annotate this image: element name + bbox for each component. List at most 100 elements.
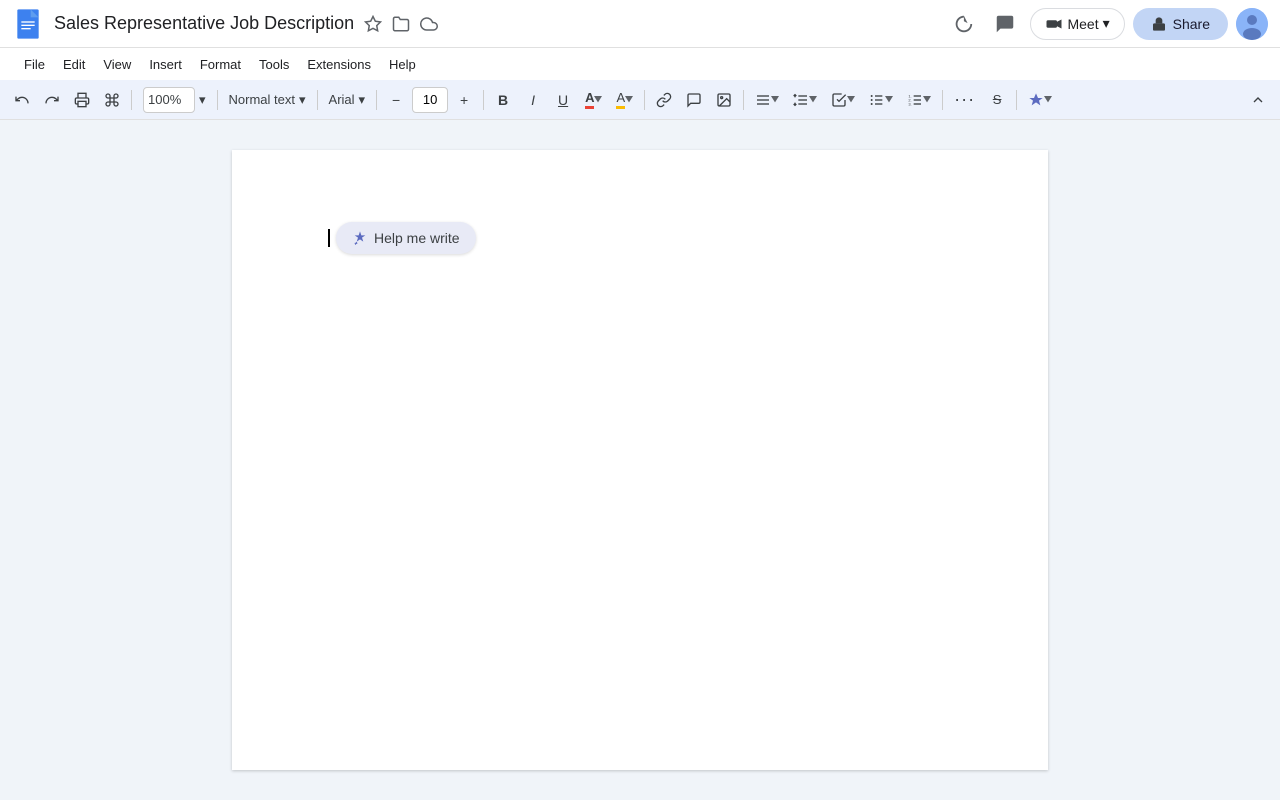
divider-6 bbox=[644, 90, 645, 110]
toolbar: 100% ▾ Normal text ▾ Arial ▾ − 10 + B I … bbox=[0, 80, 1280, 120]
font-size-increase-button[interactable]: + bbox=[450, 85, 478, 115]
numbered-list-button[interactable]: 1. 2. 3. bbox=[901, 85, 937, 115]
font-size-decrease-button[interactable]: − bbox=[382, 85, 410, 115]
highlight-color-icon: A bbox=[616, 90, 625, 109]
menu-bar: File Edit View Insert Format Tools Exten… bbox=[0, 48, 1280, 80]
link-icon bbox=[656, 92, 672, 108]
align-dropdown-icon bbox=[771, 96, 779, 104]
svg-text:3.: 3. bbox=[908, 101, 911, 106]
divider-2 bbox=[217, 90, 218, 110]
smart-compose-dropdown-icon bbox=[1044, 96, 1052, 104]
font-size-plus-icon: + bbox=[460, 92, 468, 108]
folder-button[interactable] bbox=[390, 13, 412, 35]
line-spacing-icon bbox=[793, 92, 809, 108]
font-value: Arial bbox=[329, 92, 355, 107]
text-style-dropdown-icon: ▾ bbox=[299, 92, 306, 108]
bullet-list-button[interactable] bbox=[863, 85, 899, 115]
version-history-button[interactable] bbox=[946, 7, 980, 41]
help-me-write-button[interactable]: Help me write bbox=[336, 222, 476, 254]
comment-icon bbox=[686, 92, 702, 108]
font-size-minus-icon: − bbox=[392, 92, 400, 108]
image-icon bbox=[716, 92, 732, 108]
font-selector[interactable]: Arial ▾ bbox=[323, 85, 372, 115]
checklist-icon bbox=[831, 92, 847, 108]
text-color-icon: A bbox=[585, 90, 594, 109]
italic-button[interactable]: I bbox=[519, 85, 547, 115]
help-me-write-label: Help me write bbox=[374, 230, 460, 246]
numbered-list-icon: 1. 2. 3. bbox=[907, 92, 923, 108]
font-size-box[interactable]: 10 bbox=[412, 87, 448, 113]
strikethrough-icon: S bbox=[993, 92, 1002, 107]
divider-8 bbox=[942, 90, 943, 110]
menu-insert[interactable]: Insert bbox=[141, 53, 190, 76]
highlight-color-button[interactable]: A bbox=[610, 85, 639, 115]
document-page[interactable]: Help me write bbox=[232, 150, 1048, 770]
insert-link-button[interactable] bbox=[650, 85, 678, 115]
meet-label: Meet bbox=[1067, 16, 1098, 32]
menu-file[interactable]: File bbox=[16, 53, 53, 76]
font-size-value: 10 bbox=[423, 92, 437, 107]
divider-4 bbox=[376, 90, 377, 110]
text-cursor-area[interactable]: Help me write bbox=[328, 222, 952, 254]
menu-help[interactable]: Help bbox=[381, 53, 424, 76]
title-section: Sales Representative Job Description bbox=[54, 13, 946, 35]
menu-format[interactable]: Format bbox=[192, 53, 249, 76]
menu-tools[interactable]: Tools bbox=[251, 53, 297, 76]
undo-button[interactable] bbox=[8, 85, 36, 115]
docs-logo-icon bbox=[12, 8, 44, 40]
bullet-list-dropdown-icon bbox=[885, 96, 893, 104]
menu-extensions[interactable]: Extensions bbox=[299, 53, 379, 76]
text-style-value: Normal text bbox=[229, 92, 295, 107]
menu-edit[interactable]: Edit bbox=[55, 53, 93, 76]
text-color-dropdown-icon bbox=[594, 96, 602, 104]
checklist-button[interactable] bbox=[825, 85, 861, 115]
zoom-dropdown-icon: ▾ bbox=[199, 92, 206, 108]
bold-icon: B bbox=[498, 92, 508, 108]
divider-1 bbox=[131, 90, 132, 110]
more-options-button[interactable]: ··· bbox=[948, 85, 981, 115]
share-button[interactable]: Share bbox=[1133, 8, 1228, 40]
text-cursor bbox=[328, 229, 330, 247]
font-dropdown-icon: ▾ bbox=[359, 92, 366, 108]
document-area[interactable]: Help me write bbox=[0, 120, 1280, 800]
document-title[interactable]: Sales Representative Job Description bbox=[54, 13, 354, 35]
checklist-dropdown-icon bbox=[847, 96, 855, 104]
meet-button[interactable]: Meet ▾ bbox=[1030, 8, 1124, 40]
paint-format-button[interactable] bbox=[98, 85, 126, 115]
smart-compose-button[interactable] bbox=[1022, 85, 1058, 115]
text-color-button[interactable]: A bbox=[579, 85, 608, 115]
line-spacing-dropdown-icon bbox=[809, 96, 817, 104]
collapse-icon bbox=[1250, 92, 1266, 108]
collapse-toolbar-button[interactable] bbox=[1244, 85, 1272, 115]
meet-dropdown-icon: ▾ bbox=[1103, 15, 1110, 32]
star-button[interactable] bbox=[362, 13, 384, 35]
bold-button[interactable]: B bbox=[489, 85, 517, 115]
divider-3 bbox=[317, 90, 318, 110]
text-style-selector[interactable]: Normal text ▾ bbox=[223, 85, 312, 115]
redo-button[interactable] bbox=[38, 85, 66, 115]
user-avatar[interactable] bbox=[1236, 8, 1268, 40]
smart-compose-icon bbox=[1028, 92, 1044, 108]
underline-button[interactable]: U bbox=[549, 85, 577, 115]
insert-image-button[interactable] bbox=[710, 85, 738, 115]
add-comment-button[interactable] bbox=[680, 85, 708, 115]
zoom-selector[interactable]: 100% ▾ bbox=[137, 85, 212, 115]
divider-9 bbox=[1016, 90, 1017, 110]
strikethrough-button[interactable]: S bbox=[983, 85, 1011, 115]
numbered-list-dropdown-icon bbox=[923, 96, 931, 104]
italic-icon: I bbox=[531, 92, 535, 108]
line-spacing-button[interactable] bbox=[787, 85, 823, 115]
comments-button[interactable] bbox=[988, 7, 1022, 41]
align-icon bbox=[755, 92, 771, 108]
align-button[interactable] bbox=[749, 85, 785, 115]
divider-7 bbox=[743, 90, 744, 110]
print-button[interactable] bbox=[68, 85, 96, 115]
bullet-list-icon bbox=[869, 92, 885, 108]
cloud-save-button[interactable] bbox=[418, 13, 440, 35]
share-label: Share bbox=[1173, 16, 1210, 32]
title-bar: Sales Representative Job Description bbox=[0, 0, 1280, 48]
menu-view[interactable]: View bbox=[95, 53, 139, 76]
divider-5 bbox=[483, 90, 484, 110]
highlight-dropdown-icon bbox=[625, 96, 633, 104]
header-right: Meet ▾ Share bbox=[946, 7, 1268, 41]
